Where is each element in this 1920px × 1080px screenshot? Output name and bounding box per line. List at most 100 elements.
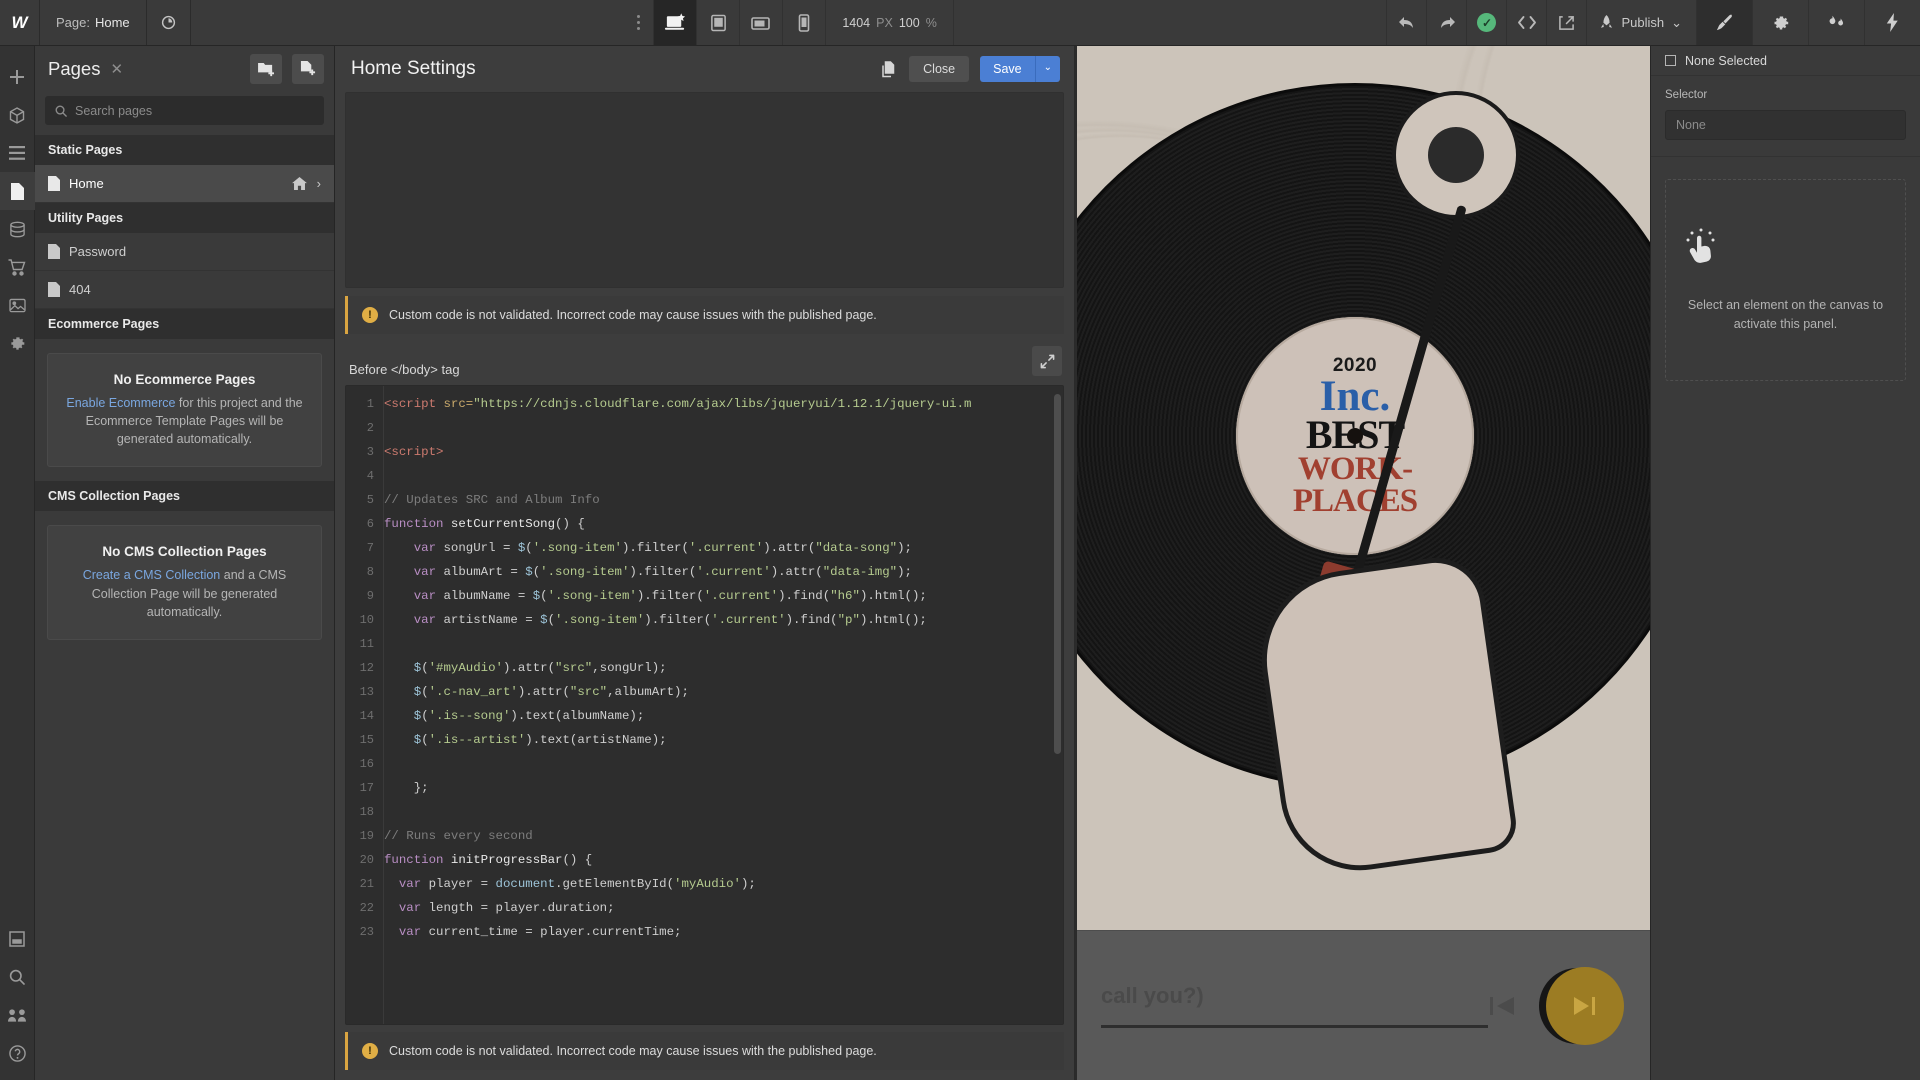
create-cms-collection-link[interactable]: Create a CMS Collection [83, 568, 221, 582]
code-line: $('#myAudio').attr("src",songUrl); [384, 656, 1063, 680]
search-icon[interactable] [0, 958, 35, 996]
page-row-home[interactable]: Home › [35, 165, 334, 203]
publish-button[interactable]: Publish ⌄ [1586, 0, 1696, 45]
canvas-size-indicator[interactable]: 1404 PX 100 % [825, 0, 953, 45]
section-utility-pages: Utility Pages [35, 203, 334, 233]
style-panel-empty-state: Select an element on the canvas to activ… [1665, 179, 1906, 381]
player-song-title: call you?) [1101, 983, 1488, 1028]
settings-modal-body: ! Custom code is not validated. Incorrec… [335, 92, 1074, 1080]
save-dropdown-arrow-icon[interactable]: ⌄ [1035, 56, 1060, 82]
project-settings-icon[interactable] [0, 324, 35, 362]
before-body-code-editor[interactable]: 1234567891011121314151617181920212223 <s… [345, 385, 1064, 1025]
code-line: var songUrl = $('.song-item').filter('.c… [384, 536, 1063, 560]
page-label: Password [69, 244, 126, 259]
close-icon[interactable]: ✕ [110, 60, 123, 78]
home-icon [292, 177, 307, 190]
editor-scrollbar[interactable] [1054, 394, 1061, 754]
components-icon[interactable] [0, 96, 35, 134]
new-folder-button[interactable] [250, 54, 282, 84]
toolbar-right-spacer [954, 0, 1387, 45]
rail-bottom-group [0, 920, 35, 1080]
check-circle-icon[interactable]: ✓ [1466, 0, 1506, 45]
designer-body: Pages ✕ Search pages [0, 46, 1920, 1080]
code-line-number: 20 [346, 848, 383, 872]
skip-previous-icon[interactable] [1488, 993, 1518, 1019]
page-row-password[interactable]: Password [35, 233, 334, 271]
toolbar-actions: ✓ Publish ⌄ [1386, 0, 1920, 45]
code-content[interactable]: <script src="https://cdnjs.cloudflare.co… [384, 386, 1063, 1024]
device-mobile-portrait-button[interactable] [782, 0, 825, 45]
selection-indicator[interactable]: None Selected [1651, 46, 1920, 76]
code-brackets-icon[interactable] [1506, 0, 1546, 45]
canvas-left-edge [1075, 46, 1077, 1080]
lightning-bolt-icon [1885, 13, 1900, 32]
ecommerce-cart-icon[interactable] [0, 248, 35, 286]
save-button[interactable]: Save [980, 56, 1035, 82]
code-line: <script> [384, 440, 1063, 464]
code-line [384, 752, 1063, 776]
expand-icon[interactable] [1032, 346, 1062, 376]
section-static-pages: Static Pages [35, 135, 334, 165]
device-mobile-landscape-button[interactable] [739, 0, 782, 45]
help-question-icon[interactable] [0, 1034, 35, 1072]
page-preview-surface[interactable]: 2020 Inc. BEST WORK- PLACES call y [1075, 46, 1650, 1080]
page-file-icon [48, 282, 60, 297]
cms-icon[interactable] [0, 210, 35, 248]
selector-label: Selector [1665, 89, 1906, 101]
navigator-icon[interactable] [0, 134, 35, 172]
play-next-button[interactable] [1546, 967, 1624, 1045]
page-row-actions[interactable]: › [292, 176, 321, 191]
audio-player-bar[interactable]: call you?) [1075, 930, 1650, 1080]
add-elements-icon[interactable] [0, 58, 35, 96]
style-panel-tab[interactable] [1696, 0, 1752, 45]
page-file-icon [48, 176, 60, 191]
warning-icon: ! [362, 307, 378, 323]
sidebar-item-pages[interactable] [0, 172, 35, 210]
device-desktop-button[interactable] [653, 0, 696, 45]
warning-icon: ! [362, 1043, 378, 1059]
code-line: <script src="https://cdnjs.cloudflare.co… [384, 392, 1063, 416]
code-line: var current_time = player.currentTime; [384, 920, 1063, 944]
audit-panel-icon[interactable] [0, 920, 35, 958]
collaborators-people-icon[interactable] [0, 996, 35, 1034]
code-line-number: 3 [346, 440, 383, 464]
section-ecommerce-pages: Ecommerce Pages [35, 309, 334, 339]
duplicate-icon[interactable] [882, 61, 898, 78]
code-line-number: 8 [346, 560, 383, 584]
chevron-right-icon[interactable]: › [317, 176, 321, 191]
close-button[interactable]: Close [909, 56, 969, 82]
style-panel: None Selected Selector None Select an el… [1650, 46, 1920, 1080]
assets-image-icon[interactable] [0, 286, 35, 324]
code-line [384, 464, 1063, 488]
selector-input[interactable]: None [1665, 110, 1906, 140]
device-tablet-button[interactable] [696, 0, 739, 45]
page-prefix-label: Page: [56, 15, 90, 30]
drag-dots-icon[interactable] [623, 0, 653, 45]
chevron-down-icon[interactable]: ⌄ [1671, 15, 1682, 31]
new-page-button[interactable] [292, 54, 324, 84]
toolbar-left-spacer [191, 0, 624, 45]
page-settings-modal: Home Settings Close Save ⌄ ! Custom cod [335, 46, 1075, 1080]
undo-icon[interactable] [1386, 0, 1426, 45]
code-line: // Runs every second [384, 824, 1063, 848]
effects-panel-tab[interactable] [1864, 0, 1920, 45]
code-line-number: 13 [346, 680, 383, 704]
current-page-indicator[interactable]: Page: Home [40, 0, 147, 45]
page-row-404[interactable]: 404 [35, 271, 334, 309]
interactions-panel-tab[interactable] [1808, 0, 1864, 45]
enable-ecommerce-link[interactable]: Enable Ecommerce [66, 396, 175, 410]
record-label-line2: WORK- [1298, 454, 1412, 485]
share-export-icon[interactable] [1546, 0, 1586, 45]
design-canvas[interactable]: 2020 Inc. BEST WORK- PLACES call y [1075, 46, 1650, 1080]
search-input[interactable]: Search pages [45, 96, 324, 125]
tonearm-pivot [1392, 91, 1520, 219]
history-icon[interactable] [147, 0, 191, 45]
head-code-editor[interactable] [345, 92, 1064, 288]
webflow-logo[interactable]: W [0, 0, 40, 45]
code-line: $('.is--song').text(albumName); [384, 704, 1063, 728]
redo-icon[interactable] [1426, 0, 1466, 45]
settings-panel-tab[interactable] [1752, 0, 1808, 45]
zoom-value: 100 [899, 16, 920, 30]
page-label: 404 [69, 282, 91, 297]
code-line-number: 22 [346, 896, 383, 920]
